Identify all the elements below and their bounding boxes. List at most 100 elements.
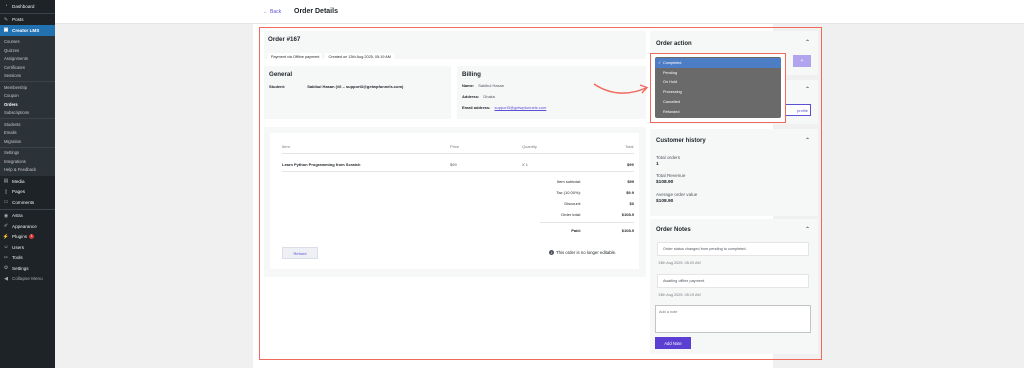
order-items-table: Item Price Quantity Total Learn Python P…: [270, 133, 639, 269]
sidebar-item-sessions[interactable]: Sessions: [0, 72, 55, 81]
avg-order-label: Average order value: [656, 192, 698, 197]
order-items-card: Item Price Quantity Total Learn Python P…: [264, 127, 646, 277]
billing-address-label: Address:: [462, 94, 480, 99]
add-note-input[interactable]: [655, 305, 811, 333]
sidebar-item-media[interactable]: ▤ Media: [0, 176, 55, 187]
order-status-dropdown[interactable]: ✓ Completed Pending On Hold Processing Ca…: [650, 53, 786, 123]
not-editable-notice: i This order is no longer editable.: [549, 250, 616, 255]
column-item: Item: [282, 144, 290, 149]
discount-value: $0: [629, 201, 634, 206]
note-timestamp: 13th Aug 2025, 05:20 AM: [658, 261, 701, 265]
billing-address-value: Dhaka: [483, 94, 495, 99]
tax-value: $9.9: [626, 190, 634, 195]
chevron-up-icon[interactable]: ⌃: [805, 39, 810, 46]
note-timestamp: 13th Aug 2025, 05:19 AM: [658, 293, 701, 297]
order-summary-card: Order #167 Payment via Offline payment Cr…: [264, 31, 646, 61]
sidebar-item-assignments[interactable]: Assignments: [0, 55, 55, 64]
paid-label: Paid:: [571, 228, 581, 233]
chevron-up-icon[interactable]: ⌃: [805, 137, 810, 144]
general-card: General Student: Sakibul Hasan (#6 – sup…: [264, 66, 451, 119]
sidebar-item-astra[interactable]: ◉ Astra: [0, 211, 55, 222]
view-profile-button[interactable]: profile: [785, 104, 811, 116]
sidebar-item-help[interactable]: Help & Feedback: [0, 166, 55, 175]
info-icon: i: [549, 250, 554, 255]
sidebar-item-courses[interactable]: Courses: [0, 38, 55, 47]
billing-email-link[interactable]: support3@getwpfunnels.com: [494, 105, 546, 110]
chevron-up-icon[interactable]: ⌃: [805, 226, 810, 233]
update-status-button[interactable]: +: [793, 55, 811, 67]
sidebar-item-quizzes[interactable]: Quizzes: [0, 46, 55, 55]
status-option-completed[interactable]: ✓ Completed: [655, 58, 781, 68]
customer-history-title: Customer history: [656, 138, 706, 144]
status-option-cancelled[interactable]: Cancelled: [655, 97, 781, 107]
sidebar-item-dashboard[interactable]: ◔ Dashboard: [0, 1, 55, 12]
sidebar-item-collapse[interactable]: ◀ Collapse Menu: [0, 274, 55, 285]
order-total-label: Order total:: [560, 212, 581, 217]
general-title: General: [269, 71, 293, 78]
sidebar-item-settings[interactable]: ⚙ Settings: [0, 263, 55, 274]
note-item: Awaiting offline payment.: [657, 274, 809, 288]
sidebar-item-certificates[interactable]: Certificates: [0, 63, 55, 72]
total-orders-value: 1: [656, 162, 659, 167]
billing-email-label: Email address:: [462, 105, 491, 110]
total-revenue-value: $108.90: [656, 180, 674, 185]
sidebar-item-students[interactable]: Students: [0, 120, 55, 129]
sidebar-item-membership[interactable]: Membership: [0, 83, 55, 92]
sidebar-item-pages[interactable]: ▯ Pages: [0, 187, 55, 198]
sidebar-item-settings-lms[interactable]: Settings: [0, 149, 55, 158]
media-icon: ▤: [3, 178, 9, 185]
status-options-list: ✓ Completed Pending On Hold Processing Ca…: [655, 57, 781, 118]
column-quantity: Quantity: [522, 144, 537, 149]
sidebar-item-orders[interactable]: Orders: [0, 100, 55, 109]
sidebar-item-comments[interactable]: ▭ Comments: [0, 197, 55, 208]
billing-name-value: Sakibul Hasan: [478, 83, 505, 88]
sidebar-item-coupon[interactable]: Coupon: [0, 92, 55, 101]
customer-history-card: Customer history ⌃ Total orders 1 Total …: [650, 129, 818, 216]
lms-icon: ▣: [3, 27, 9, 34]
sidebar-item-plugins[interactable]: ⚡ Plugins 1: [0, 232, 55, 243]
item-total: $99: [627, 162, 634, 167]
order-total-value: $108.9: [621, 212, 634, 217]
appearance-icon: ✐: [3, 223, 9, 230]
item-quantity: X 1: [522, 162, 529, 167]
subtotal-value: $99: [627, 179, 634, 184]
note-item: Order status changed from pending to com…: [657, 242, 809, 256]
total-orders-label: Total orders: [656, 155, 680, 160]
back-link[interactable]: ← Back: [263, 9, 281, 15]
check-icon: ✓: [658, 60, 662, 66]
plus-icon: +: [800, 58, 804, 64]
tax-label: Tax (10.00%):: [556, 190, 581, 195]
sidebar-item-appearance[interactable]: ✐ Appearance: [0, 221, 55, 232]
sidebar-item-migration[interactable]: Migration: [0, 137, 55, 146]
status-option-pending[interactable]: Pending: [655, 68, 781, 78]
student-value: Sakibul Hasan (#6 – support3@getwpfunnel…: [307, 84, 404, 89]
status-option-processing[interactable]: Processing: [655, 87, 781, 97]
subtotal-label: Item subtotal:: [556, 179, 581, 184]
sidebar-item-users[interactable]: ☺ Users: [0, 242, 55, 253]
discount-label: Discount:: [564, 201, 581, 206]
pages-icon: ▯: [4, 188, 8, 195]
created-date-tag: Created on 13th Aug 2025, 05:19 AM: [325, 53, 394, 61]
order-notes-title: Order Notes: [656, 227, 691, 233]
astra-icon: ◉: [3, 212, 9, 219]
add-note-button[interactable]: Add Note: [655, 337, 691, 349]
avg-order-value: $108.90: [656, 199, 674, 204]
dashboard-icon: ◔: [4, 3, 8, 10]
sidebar-item-posts[interactable]: ✎ Posts: [0, 15, 55, 26]
sidebar-item-integrations[interactable]: Integrations: [0, 157, 55, 166]
order-action-title: Order action: [656, 41, 692, 47]
order-notes-card: Order Notes ⌃ Order status changed from …: [650, 219, 818, 354]
sidebar-item-creator-lms[interactable]: ▣ Creator LMS: [0, 25, 55, 36]
collapse-icon: ◀: [4, 275, 8, 282]
page-header: [55, 0, 1024, 24]
sidebar-item-subscriptions[interactable]: Subscriptions: [0, 109, 55, 118]
sidebar-item-emails[interactable]: Emails: [0, 129, 55, 138]
status-option-refunded[interactable]: Refunded: [655, 107, 781, 117]
sidebar-item-tools[interactable]: ✂ Tools: [0, 253, 55, 264]
chevron-up-icon[interactable]: ⌃: [805, 86, 810, 93]
refund-button[interactable]: Refund: [282, 247, 318, 259]
creator-lms-submenu: Courses Quizzes Assignments Certificates…: [0, 35, 55, 176]
status-option-on-hold[interactable]: On Hold: [655, 78, 781, 88]
plugins-icon: ⚡: [2, 233, 10, 240]
item-name: Learn Python Programming from Scratch: [282, 162, 361, 167]
